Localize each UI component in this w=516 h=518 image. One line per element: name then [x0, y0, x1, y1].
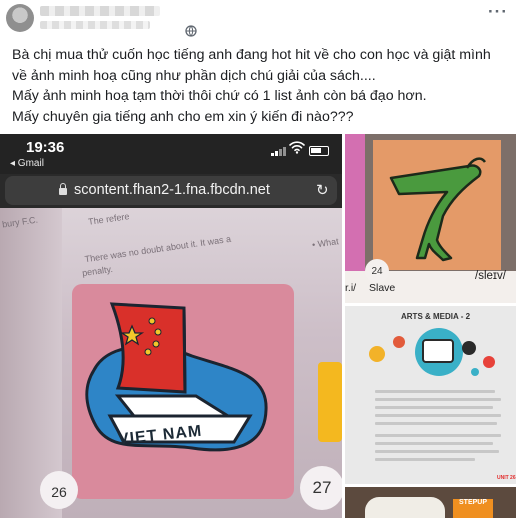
vocab-word: Slave [369, 282, 396, 294]
media-icons-illustration [369, 336, 495, 376]
signal-icon [271, 146, 287, 156]
boat-drawing [85, 302, 268, 452]
photo-phone-screenshot[interactable]: 19:36 ◂ Gmail scontent.fhan2-1.fna.fbcdn… [0, 134, 342, 518]
back-to-app-link: ◂ Gmail [10, 158, 44, 169]
text-line [375, 422, 497, 425]
page-url: scontent.fhan2-1.fna.fbcdn.net [74, 182, 270, 198]
post-timestamp-blurred[interactable] [40, 21, 150, 29]
wifi-icon [289, 141, 305, 157]
page-number: 26 [40, 471, 78, 509]
text-line [375, 414, 501, 417]
photo-slave-card[interactable]: 24 r.i/ Slave /sleɪv/ [345, 134, 516, 303]
page-number: 24 [365, 259, 389, 283]
phone-status-bar: 19:36 ◂ Gmail [0, 134, 342, 174]
photo-book-cover[interactable]: STEPUP [345, 487, 516, 518]
post-line: Mấy ảnh minh hoạ tạm thời thôi chứ có 1 … [12, 88, 427, 104]
text-line [375, 442, 493, 445]
battery-icon [309, 146, 329, 156]
author-name-blurred[interactable] [40, 6, 160, 16]
text-line [375, 398, 501, 401]
vocab-ipa: /sleɪv/ [475, 270, 506, 282]
reload-icon: ↻ [316, 182, 329, 199]
text-line [375, 450, 499, 453]
text-line [375, 390, 495, 393]
brand-label: STEPUP [459, 499, 488, 506]
clock-time: 19:36 [26, 139, 65, 156]
open-book [365, 497, 445, 518]
post-header: ··· [0, 0, 516, 39]
photo-arts-media-page[interactable]: ARTS & MEDIA - 2 UNIT 26 [345, 306, 516, 484]
post-body: Bà chị mua thử cuốn học tiếng anh đang h… [12, 45, 512, 127]
post-line: Mấy chuyên gia tiếng anh cho em xin ý ki… [12, 108, 354, 125]
text-line [375, 434, 501, 437]
photo-grid: 19:36 ◂ Gmail scontent.fhan2-1.fna.fbcdn… [0, 134, 516, 518]
green-hand-illustration [389, 157, 487, 262]
page-number: 27 [300, 466, 342, 510]
prev-ipa-fragment: r.i/ [345, 282, 357, 294]
post-line: về ảnh minh hoạ cũng như phần dịch chú g… [12, 67, 376, 84]
text-line [375, 458, 475, 461]
unit-label: UNIT 26 [497, 475, 516, 481]
more-options-icon[interactable]: ··· [488, 2, 508, 22]
text-line [375, 406, 493, 409]
post-line: Bà chị mua thử cuốn học tiếng anh đang h… [12, 47, 491, 63]
author-avatar[interactable] [6, 4, 34, 32]
yellow-shape [318, 362, 342, 442]
globe-icon [185, 25, 197, 39]
page-title: ARTS & MEDIA - 2 [401, 312, 471, 321]
lock-icon [58, 183, 68, 195]
